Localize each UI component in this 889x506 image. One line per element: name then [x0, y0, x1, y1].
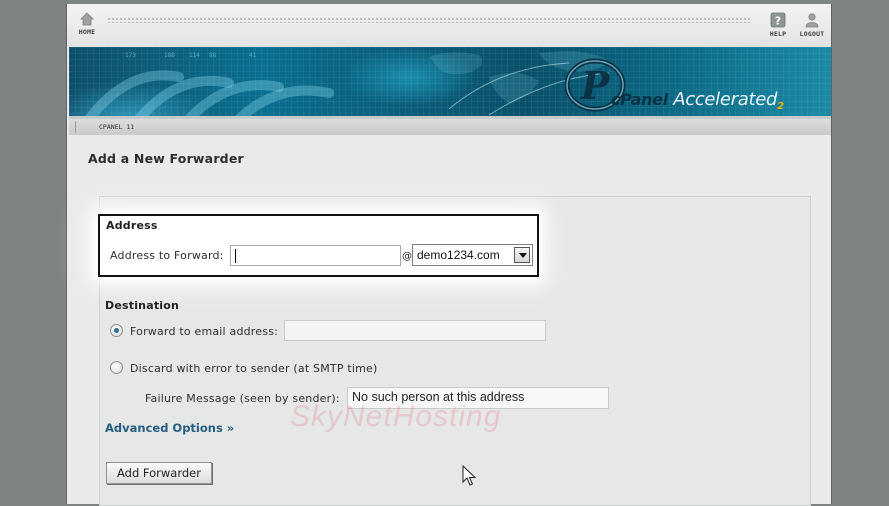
address-to-forward-label: Address to Forward:: [110, 249, 224, 262]
version-label: CPANEL 11: [99, 123, 135, 131]
logout-nav-item[interactable]: LOGOUT: [795, 12, 829, 38]
home-nav-item[interactable]: HOME: [70, 12, 104, 36]
text-caret: [235, 249, 236, 263]
logo-version: 2: [777, 101, 784, 113]
svg-text:P: P: [580, 63, 611, 108]
breadcrumb-divider: [75, 121, 76, 133]
add-forwarder-button[interactable]: Add Forwarder: [106, 462, 212, 484]
help-label: HELP: [769, 30, 787, 38]
mouse-pointer-icon: [462, 465, 476, 486]
svg-text:188: 188: [164, 52, 175, 59]
advanced-options-link[interactable]: Advanced Options »: [105, 421, 234, 435]
destination-heading: Destination: [105, 299, 180, 312]
cpanel-banner: 173 188 114 88 41 P cPanel Accelerated2: [69, 47, 831, 119]
home-label: HOME: [78, 28, 96, 36]
logout-user-icon: [805, 13, 819, 28]
chevron-down-icon[interactable]: [514, 247, 530, 263]
domain-select-value: demo1234.com: [417, 248, 500, 262]
breadcrumb-bar: CPANEL 11: [69, 119, 831, 135]
logo-brand: cPanel: [611, 90, 668, 109]
forward-to-email-radio[interactable]: [110, 324, 123, 337]
help-nav-item[interactable]: ? HELP: [761, 12, 795, 38]
domain-select[interactable]: demo1234.com: [412, 244, 533, 266]
address-to-forward-input[interactable]: [230, 245, 401, 266]
svg-text:41: 41: [249, 52, 257, 59]
svg-text:114: 114: [189, 52, 200, 59]
failure-message-input[interactable]: No such person at this address: [347, 387, 609, 409]
logo-product: Accelerated: [673, 89, 778, 110]
forward-to-email-label: Forward to email address:: [130, 325, 279, 338]
discard-with-error-label: Discard with error to sender (at SMTP ti…: [130, 362, 378, 375]
decorative-dots: [107, 17, 751, 23]
cpanel-logo: P cPanel Accelerated2: [565, 51, 825, 115]
at-sign: @: [402, 251, 412, 262]
discard-with-error-radio[interactable]: [110, 361, 123, 374]
svg-text:173: 173: [125, 52, 136, 59]
forward-email-input[interactable]: [284, 320, 546, 341]
address-heading: Address: [106, 219, 158, 232]
page-title: Add a New Forwarder: [88, 151, 244, 166]
home-icon: [80, 12, 94, 26]
logout-label: LOGOUT: [799, 30, 825, 38]
failure-message-value: No such person at this address: [352, 390, 525, 404]
failure-message-label: Failure Message (seen by sender):: [145, 392, 340, 405]
svg-text:88: 88: [209, 52, 217, 59]
cpanel-logo-text: cPanel Accelerated2: [611, 89, 784, 112]
top-navigation-bar: HOME ? HELP LOGOUT: [67, 4, 831, 47]
help-icon: ?: [770, 12, 786, 28]
svg-text:?: ?: [775, 15, 781, 28]
